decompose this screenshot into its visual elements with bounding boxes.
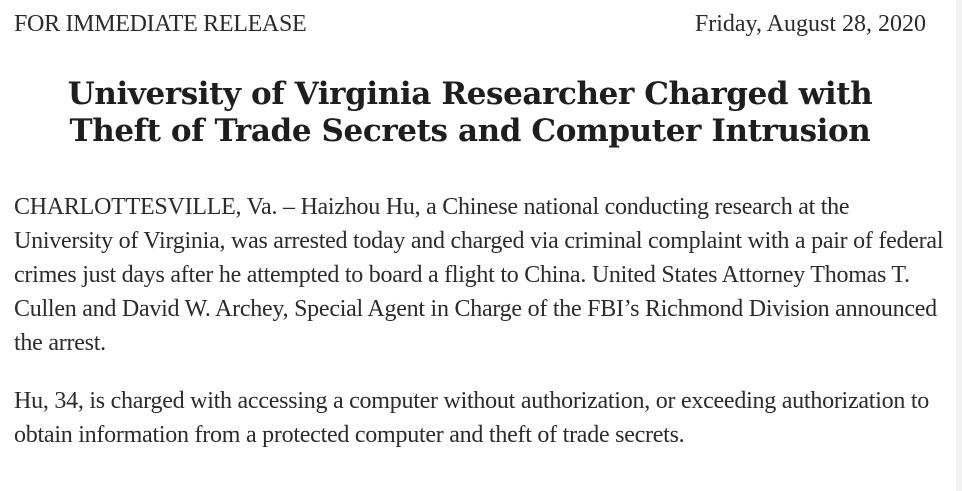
release-date: Friday, August 28, 2020 — [694, 10, 926, 37]
article-paragraph-1: CHARLOTTESVILLE, Va. – Haizhou Hu, a Chi… — [14, 194, 944, 356]
vertical-scrollbar[interactable] — [956, 0, 962, 491]
release-header: FOR IMMEDIATE RELEASE Friday, August 28,… — [14, 8, 926, 40]
article-title-line-1: University of Virginia Researcher Charge… — [67, 76, 873, 112]
press-release-page: FOR IMMEDIATE RELEASE Friday, August 28,… — [0, 0, 962, 491]
article-title-line-2: Theft of Trade Secrets and Computer Intr… — [69, 113, 871, 149]
release-label: FOR IMMEDIATE RELEASE — [14, 10, 307, 37]
article-paragraph-2: Hu, 34, is charged with accessing a comp… — [14, 388, 930, 448]
article-title: University of Virginia Researcher Charge… — [14, 76, 926, 150]
